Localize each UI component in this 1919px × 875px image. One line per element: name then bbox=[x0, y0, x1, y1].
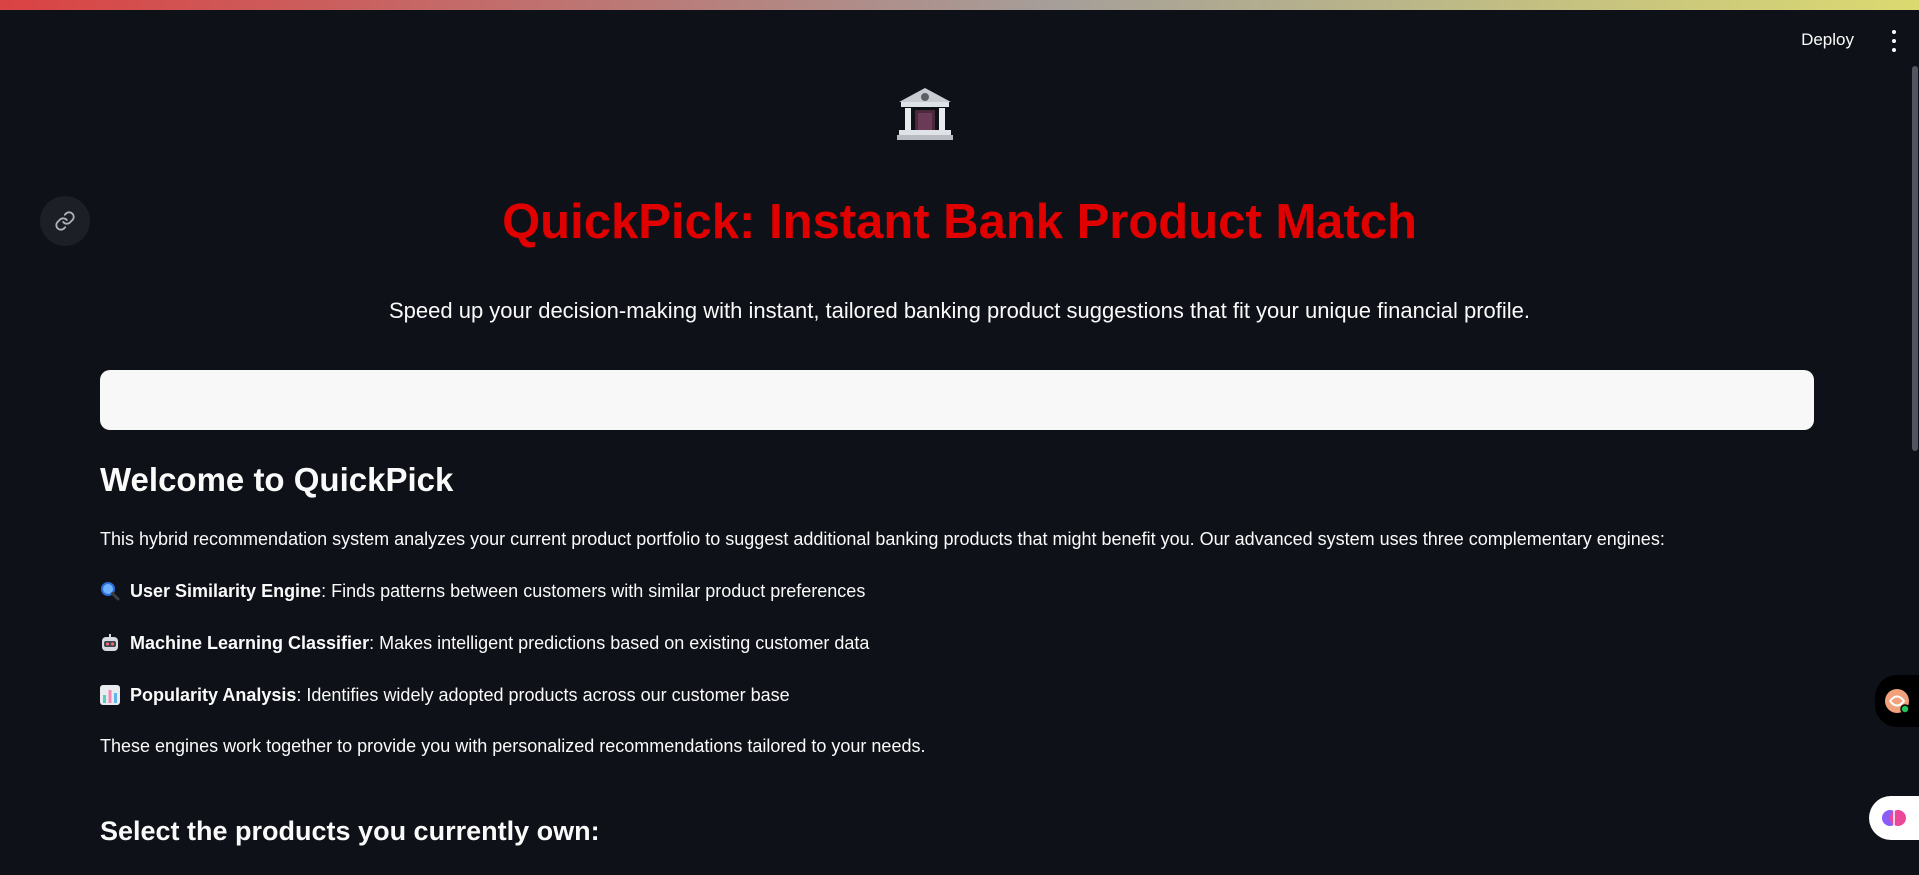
magnifier-icon bbox=[100, 581, 120, 601]
engines-summary: These engines work together to provide y… bbox=[100, 736, 926, 756]
engine-description: : Finds patterns between customers with … bbox=[321, 581, 866, 601]
app-header: Deploy bbox=[0, 10, 1919, 65]
engine-description: : Makes intelligent predictions based on… bbox=[369, 633, 870, 653]
intro-text: This hybrid recommendation system analyz… bbox=[100, 529, 1665, 549]
more-vertical-icon[interactable] bbox=[1887, 28, 1901, 54]
engine-item-ml-classifier: Machine Learning Classifier : Makes inte… bbox=[100, 630, 869, 656]
bank-icon bbox=[895, 86, 955, 142]
engine-item-user-similarity: User Similarity Engine : Finds patterns … bbox=[100, 578, 865, 604]
deploy-button[interactable]: Deploy bbox=[1793, 26, 1862, 54]
engine-item-popularity: Popularity Analysis : Identifies widely … bbox=[100, 682, 790, 708]
products-heading: Select the products you currently own: bbox=[100, 816, 600, 846]
top-decoration-bar bbox=[0, 0, 1919, 10]
page-subtitle: Speed up your decision-making with insta… bbox=[388, 298, 1530, 323]
text-input[interactable] bbox=[100, 370, 1814, 430]
assistant-widget-icon[interactable] bbox=[1875, 675, 1919, 727]
engine-name: Popularity Analysis bbox=[130, 685, 297, 705]
scrollbar[interactable] bbox=[1912, 66, 1918, 451]
robot-icon bbox=[100, 633, 120, 653]
welcome-heading: Welcome to QuickPick bbox=[100, 461, 454, 498]
engine-name: User Similarity Engine bbox=[130, 581, 322, 601]
engine-name: Machine Learning Classifier bbox=[130, 633, 370, 653]
page-title: QuickPick: Instant Bank Product Match bbox=[502, 195, 1417, 249]
brain-icon[interactable] bbox=[1869, 796, 1919, 840]
engine-description: : Identifies widely adopted products acr… bbox=[296, 685, 790, 705]
bar-chart-icon bbox=[100, 685, 120, 705]
app-root: Deploy QuickPick: Instant Bank Product M… bbox=[0, 0, 1919, 875]
